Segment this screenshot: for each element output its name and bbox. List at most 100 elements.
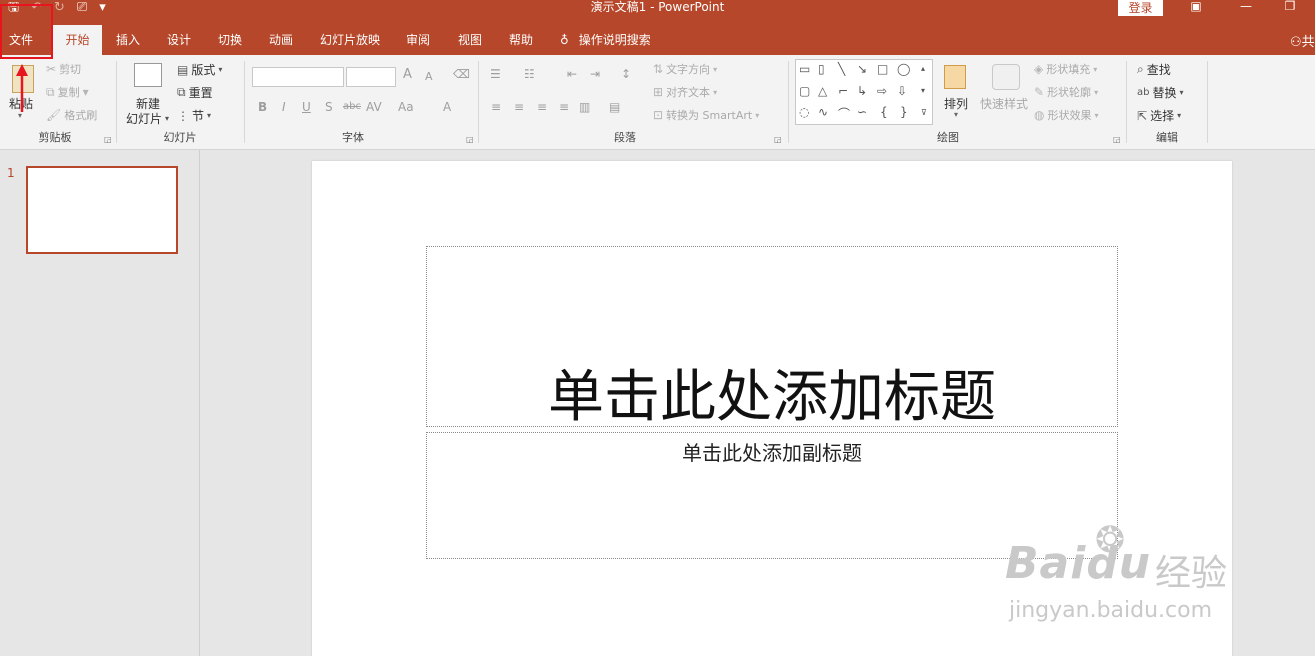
elbow-connector-icon[interactable]: ⌐ <box>838 84 848 98</box>
grow-font-button[interactable]: A <box>403 67 412 82</box>
elbow-arrow-icon[interactable]: ↳ <box>857 84 867 98</box>
pencil-icon: ✎ <box>1034 85 1045 99</box>
restore-button[interactable]: ❐ <box>1280 0 1300 14</box>
line-icon[interactable]: ╲ <box>838 62 845 76</box>
ribbon: 粘贴 ▾ ✂剪切 ⧉复制▾ 🖌格式刷 剪贴板 ◲ 新建 幻灯片▾ ▤版式▾ ⧉重… <box>0 55 1315 150</box>
shape-fill-button[interactable]: ◈ 形状填充 ▾ <box>1034 61 1097 77</box>
format-painter-button[interactable]: 🖌 格式刷 <box>46 107 97 123</box>
text-direction-button[interactable]: ⇅ 文字方向 ▾ <box>653 61 717 77</box>
tab-home[interactable]: 开始 <box>53 25 102 55</box>
clear-formatting-icon[interactable]: ⌫ <box>453 67 470 81</box>
cut-button[interactable]: ✂ 剪切 <box>46 61 81 77</box>
convert-smartart-button[interactable]: ⊡ 转换为 SmartArt ▾ <box>653 107 759 123</box>
reset-button[interactable]: ⧉ 重置 <box>177 84 213 101</box>
drawing-group-label: 绘图 <box>937 131 959 144</box>
line-spacing-icon[interactable]: ↕ <box>621 67 631 81</box>
shrink-font-button[interactable]: A <box>425 70 433 83</box>
align-text-button[interactable]: ⊞ 对齐文本 ▾ <box>653 84 717 100</box>
align-center-icon[interactable]: ≡ <box>514 100 524 114</box>
arrow-line-icon[interactable]: ↘ <box>857 62 867 76</box>
tab-design[interactable]: 设计 <box>157 25 201 55</box>
clipboard-launcher-icon[interactable]: ◲ <box>104 135 112 144</box>
decrease-indent-icon[interactable]: ⇤ <box>567 67 577 81</box>
drawing-launcher-icon[interactable]: ◲ <box>1113 135 1121 144</box>
shapes-gallery[interactable]: ▭ ▯ ╲ ↘ □ ◯ ▢ △ ⌐ ↳ ⇨ ⇩ ◌ ∿ ⌒ ∽ { } ▴ ▾ … <box>795 59 933 125</box>
distributed-icon[interactable]: ▥ <box>579 100 590 114</box>
new-slide-dropdown[interactable]: 幻灯片 ▾ <box>126 110 169 127</box>
ribbon-display-options-button[interactable]: ▣ <box>1186 0 1206 14</box>
login-button[interactable]: 登录 <box>1118 0 1163 16</box>
new-slide-icon[interactable] <box>134 63 162 87</box>
tab-slideshow[interactable]: 幻灯片放映 <box>312 25 388 55</box>
text-direction-icon: ⇅ <box>653 62 664 76</box>
group-divider <box>116 61 117 143</box>
freeform-icon[interactable]: ◌ <box>799 105 809 119</box>
arc-icon[interactable]: ⌒ <box>838 105 850 122</box>
section-icon: ⋮ <box>177 108 189 123</box>
section-button[interactable]: ⋮ 节 ▾ <box>177 107 211 124</box>
font-launcher-icon[interactable]: ◲ <box>466 135 474 144</box>
reset-icon: ⧉ <box>177 85 186 99</box>
align-right-icon[interactable]: ≡ <box>537 100 547 114</box>
underline-button[interactable]: U <box>302 100 311 114</box>
oval-icon[interactable]: ◯ <box>897 62 910 76</box>
quick-styles-icon[interactable] <box>992 64 1020 90</box>
arrange-icon[interactable] <box>944 65 966 89</box>
increase-indent-icon[interactable]: ⇥ <box>590 67 600 81</box>
curve-icon[interactable]: ∽ <box>857 105 867 119</box>
replace-button[interactable]: ab 替换 ▾ <box>1137 84 1184 101</box>
arrange-dropdown-icon[interactable]: ▾ <box>954 110 958 119</box>
text-box-icon[interactable]: ▭ <box>799 62 810 76</box>
font-color-button[interactable]: A <box>443 100 451 114</box>
shape-effects-button[interactable]: ◍ 形状效果 ▾ <box>1034 107 1099 123</box>
paste-dropdown-icon[interactable]: ▾ <box>18 111 22 120</box>
font-size-combo[interactable] <box>346 67 396 87</box>
copy-icon: ⧉ <box>46 84 55 99</box>
slide-thumbnail[interactable] <box>26 166 178 254</box>
tell-me-search[interactable]: ♁ 操作说明搜索 <box>560 25 651 55</box>
shadow-button[interactable]: S <box>325 100 333 114</box>
bullets-icon[interactable]: ☰ <box>490 67 501 81</box>
change-case-button[interactable]: Aa <box>398 100 414 114</box>
gallery-expand-icon[interactable]: ⊽ <box>921 108 927 117</box>
tab-insert[interactable]: 插入 <box>106 25 150 55</box>
slide-thumbnail-pane[interactable]: 1 <box>0 150 200 656</box>
minimize-button[interactable]: — <box>1236 0 1256 14</box>
copy-button[interactable]: ⧉ 复制 ▾ <box>46 84 89 100</box>
tab-view[interactable]: 视图 <box>448 25 492 55</box>
right-arrow-icon[interactable]: ⇨ <box>877 84 887 98</box>
title-placeholder-text: 单击此处添加标题 <box>548 365 996 430</box>
down-arrow-icon[interactable]: ⇩ <box>897 84 907 98</box>
align-left-icon[interactable]: ≡ <box>491 100 501 114</box>
columns-icon[interactable]: ▤ <box>609 100 620 114</box>
font-name-combo[interactable] <box>252 67 344 87</box>
bold-button[interactable]: B <box>258 100 267 114</box>
rounded-rect-icon[interactable]: ▢ <box>799 84 810 98</box>
italic-button[interactable]: I <box>282 100 286 114</box>
rectangle-icon[interactable]: □ <box>877 62 888 76</box>
tab-help[interactable]: 帮助 <box>499 25 543 55</box>
user-share-icon[interactable]: ⚇共 <box>1290 31 1315 50</box>
tab-animations[interactable]: 动画 <box>259 25 303 55</box>
right-brace-icon[interactable]: } <box>900 105 908 119</box>
triangle-icon[interactable]: △ <box>818 84 827 98</box>
tab-transitions[interactable]: 切换 <box>208 25 252 55</box>
strikethrough-button[interactable]: abc <box>343 101 361 112</box>
select-button[interactable]: ⇱ 选择 ▾ <box>1137 107 1181 124</box>
justify-icon[interactable]: ≡ <box>559 100 569 114</box>
vertical-text-box-icon[interactable]: ▯ <box>818 62 825 76</box>
scribble-icon[interactable]: ∿ <box>818 105 828 119</box>
layout-button[interactable]: ▤ 版式 ▾ <box>177 61 222 78</box>
character-spacing-button[interactable]: AV <box>366 100 382 114</box>
gallery-scroll-down-icon[interactable]: ▾ <box>921 86 925 95</box>
quick-styles-button[interactable]: 快速样式 <box>980 95 1028 112</box>
paragraph-launcher-icon[interactable]: ◲ <box>774 135 782 144</box>
tab-review[interactable]: 审阅 <box>396 25 440 55</box>
left-brace-icon[interactable]: { <box>880 105 888 119</box>
numbering-icon[interactable]: ☷ <box>524 67 535 81</box>
shape-outline-button[interactable]: ✎ 形状轮廓 ▾ <box>1034 84 1098 100</box>
group-divider <box>478 61 479 143</box>
gallery-scroll-up-icon[interactable]: ▴ <box>921 64 925 73</box>
title-placeholder[interactable]: 单击此处添加标题 <box>426 246 1118 430</box>
find-button[interactable]: ⌕ 查找 <box>1137 61 1171 78</box>
